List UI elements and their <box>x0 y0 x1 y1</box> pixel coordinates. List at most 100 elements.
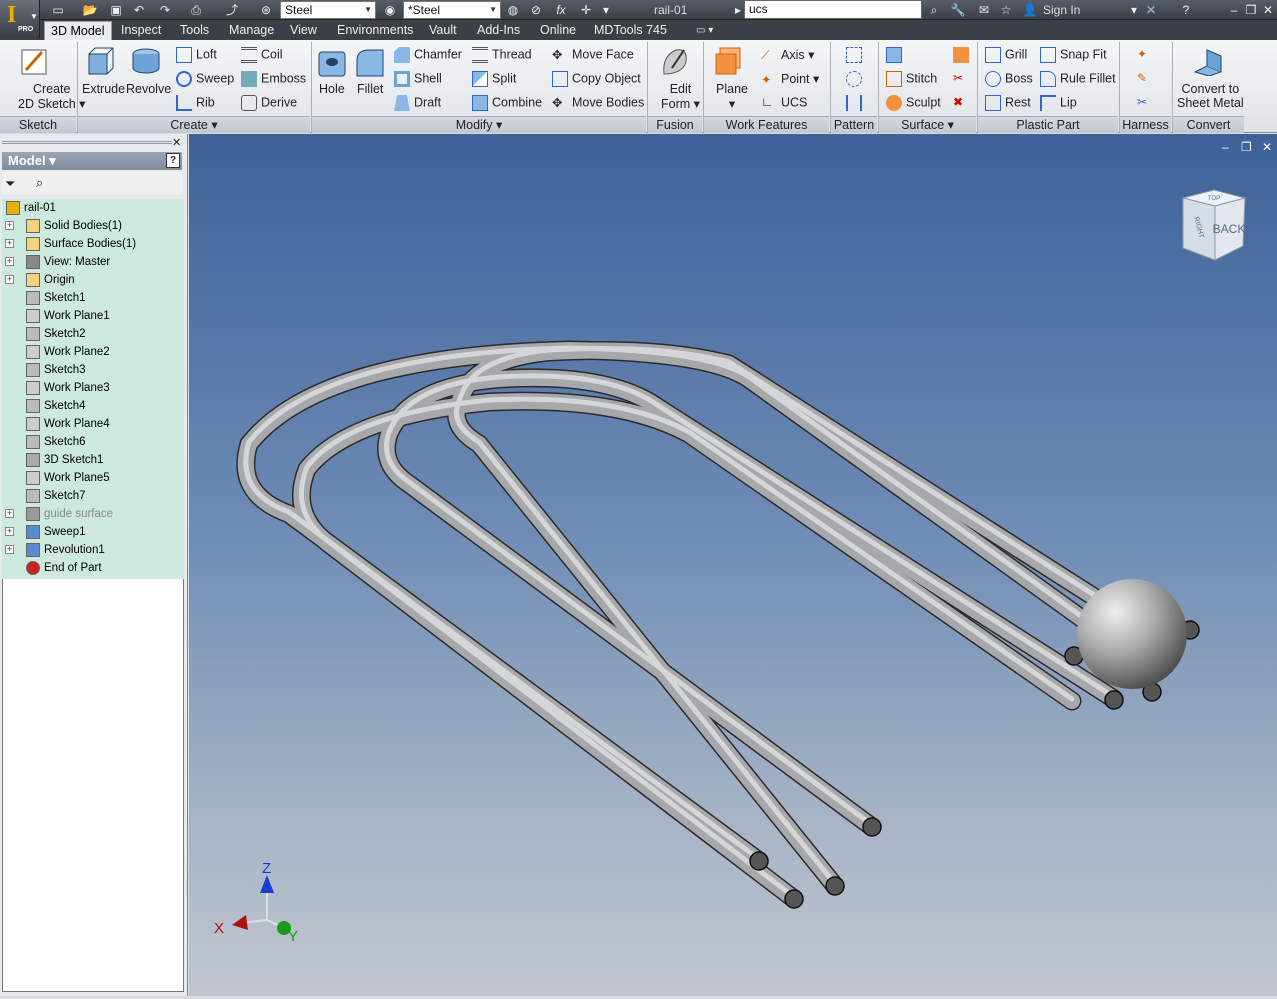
close-icon[interactable]: ✕ <box>1260 2 1276 18</box>
tree-node[interactable]: + guide surface <box>2 505 182 523</box>
appearance-select[interactable]: *Steel ▼ <box>403 1 501 19</box>
tree-node[interactable]: Work Plane2 <box>2 343 182 361</box>
tree-node[interactable]: + Surface Bodies(1) <box>2 235 182 253</box>
material-select[interactable]: Steel ▼ <box>280 1 376 19</box>
rib-button[interactable]: Rib <box>176 95 215 111</box>
browser-help-icon[interactable]: ? <box>166 153 180 168</box>
tab-environments[interactable]: Environments <box>331 21 419 40</box>
new-icon[interactable]: ▭ <box>50 2 66 18</box>
find-binoculars-icon[interactable]: ⌕ <box>36 175 43 191</box>
sweep-button[interactable]: Sweep <box>176 71 234 87</box>
clear-appearance-icon[interactable]: ⊘ <box>528 2 544 18</box>
chamfer-button[interactable]: Chamfer <box>394 47 462 63</box>
tree-node[interactable]: Sketch3 <box>2 361 182 379</box>
tree-node[interactable]: Sketch7 <box>2 487 182 505</box>
exchange-apps-icon[interactable]: ✕ <box>1143 2 1159 18</box>
expand-icon[interactable]: + <box>5 545 14 554</box>
expand-icon[interactable]: + <box>5 257 14 266</box>
iproperties-icon[interactable]: ✛ <box>578 2 594 18</box>
color-icon[interactable]: ◉ <box>382 2 398 18</box>
harness-delete-icon[interactable]: ✂ <box>1137 95 1157 111</box>
minimize-icon[interactable]: – <box>1226 2 1242 18</box>
create-2d-sketch-button[interactable]: Create 2D Sketch ▾ <box>18 82 85 111</box>
modify-panel-label[interactable]: Modify ▾ <box>312 116 646 133</box>
print-icon[interactable]: ⎙ <box>188 2 204 18</box>
expand-icon[interactable]: + <box>5 221 14 230</box>
derive-button[interactable]: Derive <box>241 95 297 111</box>
tab-tools[interactable]: Tools <box>174 21 215 40</box>
redo-icon[interactable]: ↷ <box>157 2 173 18</box>
sign-in-link[interactable]: Sign In <box>1043 3 1080 17</box>
binoculars-icon[interactable]: ⌕ <box>926 2 942 18</box>
rest-button[interactable]: Rest <box>985 95 1031 111</box>
expand-icon[interactable]: + <box>5 527 14 536</box>
thread-button[interactable]: Thread <box>472 47 532 63</box>
axis-button[interactable]: ⟋ Axis ▾ <box>761 47 814 64</box>
tree-node[interactable]: Sketch6 <box>2 433 182 451</box>
tree-node[interactable]: Work Plane1 <box>2 307 182 325</box>
harness-edit-icon[interactable]: ✎ <box>1137 71 1157 87</box>
tree-node[interactable]: Sketch2 <box>2 325 182 343</box>
convert-to-sheet-metal-button[interactable]: Convert to Sheet Metal <box>1177 82 1244 110</box>
help-icon[interactable]: ? <box>1178 2 1194 18</box>
tree-node[interactable]: End of Part <box>2 559 182 577</box>
viewport-close-icon[interactable]: ✕ <box>1262 140 1272 154</box>
tree-node[interactable]: + Sweep1 <box>2 523 182 541</box>
copy-object-button[interactable]: Copy Object <box>552 71 641 87</box>
extrude-button[interactable]: Extrude <box>82 82 125 96</box>
viewcube[interactable]: BACK RIGHT TOP <box>1179 188 1249 266</box>
update-icon[interactable]: ⊛ <box>258 2 274 18</box>
boss-button[interactable]: Boss <box>985 71 1033 87</box>
browser-grip[interactable] <box>2 141 172 144</box>
lip-button[interactable]: Lip <box>1040 95 1077 111</box>
point-button[interactable]: ✦ Point ▾ <box>761 71 819 88</box>
coil-button[interactable]: Coil <box>241 47 283 63</box>
expand-icon[interactable]: + <box>5 509 14 518</box>
snap-fit-button[interactable]: Snap Fit <box>1040 47 1107 63</box>
return-icon[interactable]: ⤴ <box>224 2 240 18</box>
ucs-button[interactable]: ∟ UCS <box>761 95 807 111</box>
split-button[interactable]: Split <box>472 71 516 87</box>
emboss-button[interactable]: Emboss <box>241 71 306 87</box>
tree-node[interactable]: Work Plane4 <box>2 415 182 433</box>
tree-node[interactable]: + Origin <box>2 271 182 289</box>
restore-icon[interactable]: ❐ <box>1243 2 1259 18</box>
tree-node[interactable]: Work Plane5 <box>2 469 182 487</box>
tab-3d-model[interactable]: 3D Model <box>44 21 112 40</box>
surface-panel-label[interactable]: Surface ▾ <box>879 116 976 133</box>
circular-pattern-icon[interactable] <box>846 71 866 87</box>
fx-parameters-icon[interactable]: fx <box>553 2 569 18</box>
tab-view[interactable]: View <box>284 21 323 40</box>
thicken-icon[interactable] <box>886 47 906 63</box>
sculpt-button[interactable]: Sculpt <box>886 95 941 111</box>
communication-icon[interactable]: ✉ <box>976 2 992 18</box>
browser-close-icon[interactable]: ✕ <box>172 136 181 149</box>
viewport-minimize-icon[interactable]: – <box>1222 140 1229 154</box>
tree-node[interactable]: + Solid Bodies(1) <box>2 217 182 235</box>
tree-node[interactable]: Sketch4 <box>2 397 182 415</box>
patch-icon[interactable] <box>953 47 973 63</box>
rule-fillet-button[interactable]: Rule Fillet <box>1040 71 1116 87</box>
application-menu-button[interactable]: I PRO ▼ <box>0 0 40 38</box>
graphics-viewport[interactable] <box>189 134 1277 996</box>
combine-button[interactable]: Combine <box>472 95 542 111</box>
grill-button[interactable]: Grill <box>985 47 1027 63</box>
tree-node[interactable]: 3D Sketch1 <box>2 451 182 469</box>
chevron-down-icon[interactable]: ▾ <box>1126 2 1142 18</box>
tab-vault[interactable]: Vault <box>423 21 463 40</box>
expand-icon[interactable]: + <box>5 239 14 248</box>
rectangular-pattern-icon[interactable] <box>846 47 866 63</box>
tree-node[interactable]: rail-01 <box>2 199 182 217</box>
fillet-button[interactable]: Fillet <box>357 82 383 96</box>
tab-mdtools[interactable]: MDTools 745 <box>588 21 673 40</box>
customize-qat-icon[interactable]: ▾ <box>598 2 614 18</box>
tree-node[interactable]: Work Plane3 <box>2 379 182 397</box>
plane-button[interactable]: Plane ▾ <box>716 82 748 111</box>
draft-button[interactable]: Draft <box>394 95 441 111</box>
move-bodies-button[interactable]: ✥ Move Bodies <box>552 95 644 111</box>
tab-inspect[interactable]: Inspect <box>115 21 167 40</box>
tree-node[interactable]: Sketch1 <box>2 289 182 307</box>
user-icon[interactable]: 👤 <box>1022 2 1038 18</box>
loft-button[interactable]: Loft <box>176 47 217 63</box>
open-icon[interactable]: 📂 <box>82 2 98 18</box>
